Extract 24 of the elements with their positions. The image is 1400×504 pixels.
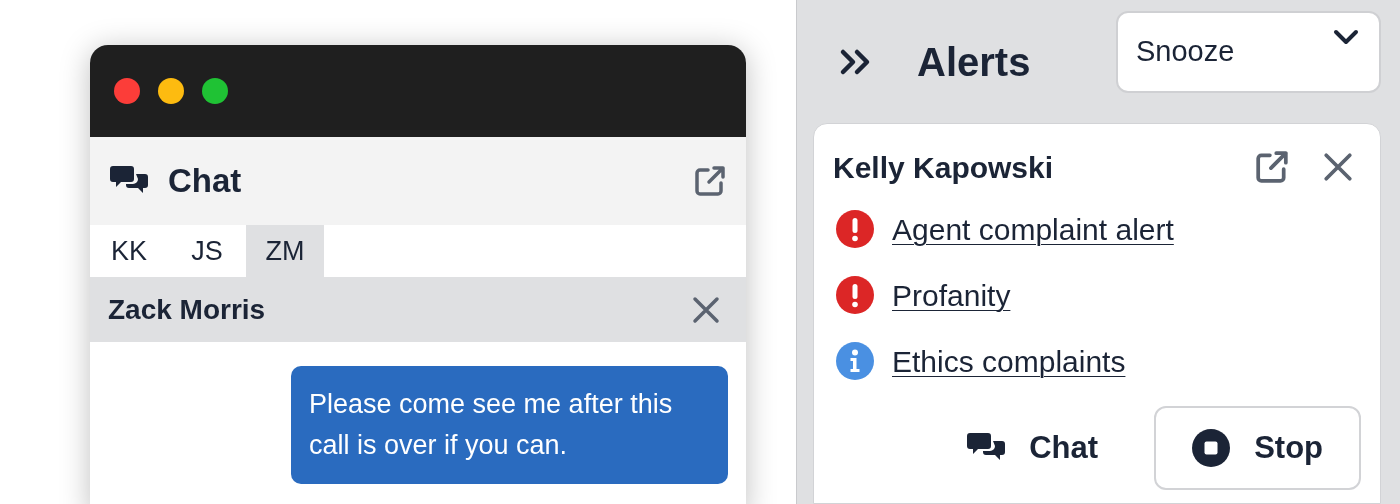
exclamation-icon	[836, 276, 874, 314]
snooze-dropdown[interactable]: Snooze	[1116, 10, 1381, 93]
alert-link[interactable]: Ethics complaints	[892, 338, 1126, 384]
chat-button[interactable]: Chat	[931, 406, 1135, 490]
contact-name: Kelly Kapowski	[833, 149, 1054, 186]
alert-link[interactable]: Agent complaint alert	[892, 206, 1174, 252]
close-icon[interactable]	[692, 295, 720, 324]
chat-tab[interactable]: ZM	[246, 225, 324, 277]
minimize-window-button[interactable]	[158, 78, 184, 104]
info-icon	[836, 342, 874, 380]
chevron-down-icon	[1333, 28, 1359, 45]
chat-title: Chat	[168, 161, 242, 202]
maximize-window-button[interactable]	[202, 78, 228, 104]
stop-button[interactable]: Stop	[1154, 406, 1361, 490]
message-bubble: Please come see me after this call is over if you can.	[291, 366, 728, 484]
stop-icon	[1192, 429, 1231, 467]
alert-link[interactable]: Profanity	[892, 272, 1011, 318]
external-link-icon[interactable]	[694, 165, 726, 197]
panel-title: Alerts	[917, 38, 1031, 86]
external-link-icon[interactable]	[1255, 150, 1289, 184]
close-icon[interactable]	[1323, 152, 1353, 182]
exclamation-icon	[836, 210, 874, 248]
contact-name: Zack Morris	[108, 292, 266, 327]
close-window-button[interactable]	[114, 78, 140, 104]
